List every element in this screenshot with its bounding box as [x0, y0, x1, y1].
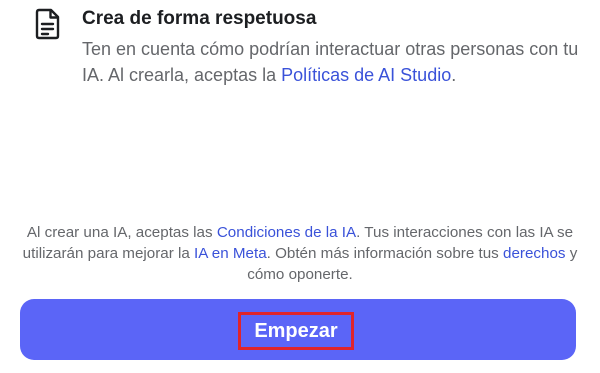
respectful-creation-section: Crea de forma respetuosa Ten en cuenta c…: [0, 0, 600, 120]
section-title: Crea de forma respetuosa: [82, 8, 317, 29]
section-description: Ten en cuenta cómo podrían interactuar o…: [82, 36, 582, 88]
terms-notice: Al crear una IA, aceptas las Condiciones…: [18, 222, 582, 285]
section-description-end: .: [451, 65, 457, 85]
document-icon: [35, 8, 60, 40]
terms-text-1: Al crear una IA, aceptas las: [26, 224, 217, 241]
rights-link[interactable]: derechos: [503, 245, 565, 262]
ai-studio-policies-link[interactable]: Políticas de AI Studio: [281, 65, 451, 85]
ai-at-meta-link[interactable]: IA en Meta: [194, 245, 267, 262]
start-button-label[interactable]: Empezar: [238, 312, 354, 350]
ai-studio-create-screen: Crea de forma respetuosa Ten en cuenta c…: [0, 0, 600, 373]
ai-terms-link[interactable]: Condiciones de la IA: [217, 224, 356, 241]
terms-text-3: . Obtén más información sobre tus: [266, 245, 503, 262]
